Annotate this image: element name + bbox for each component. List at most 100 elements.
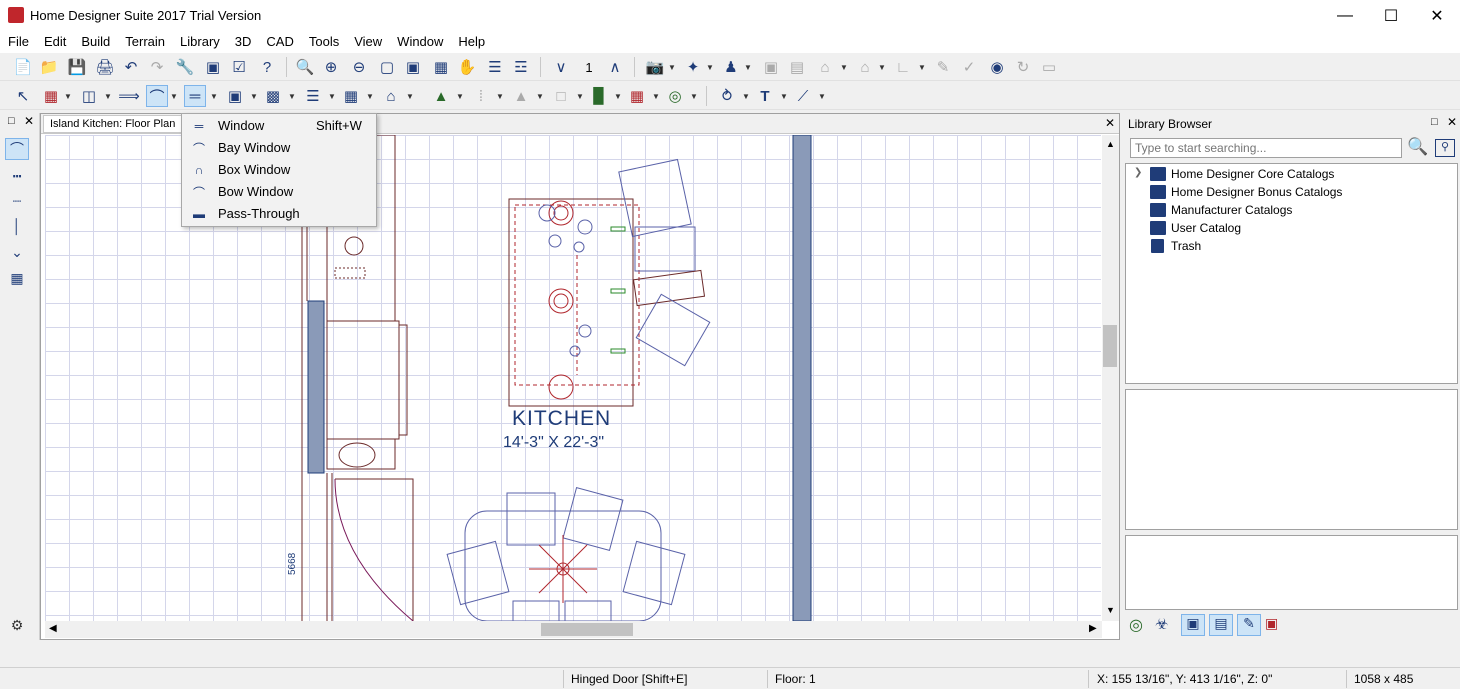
- layers-icon[interactable]: ☰: [484, 56, 506, 78]
- menu-view[interactable]: View: [346, 31, 389, 53]
- library-edit-icon[interactable]: ✎: [1237, 614, 1261, 636]
- plan-tab[interactable]: Island Kitchen: Floor Plan: [43, 115, 183, 133]
- box-tool-icon[interactable]: ▣: [224, 85, 246, 107]
- menu-cad[interactable]: CAD: [258, 31, 300, 53]
- menu-window[interactable]: Window: [389, 31, 450, 53]
- library-list-icon[interactable]: ▤: [1209, 614, 1233, 636]
- walk-dropdown-icon[interactable]: ▼: [744, 56, 752, 78]
- shape-dropdown-icon[interactable]: ▼: [536, 85, 544, 107]
- horizontal-scrollbar[interactable]: ◀ ▶: [45, 621, 1102, 638]
- line-tool-icon[interactable]: ⟋: [792, 85, 814, 107]
- sliding-door-icon[interactable]: ┅: [5, 165, 29, 187]
- fill-extents-icon[interactable]: ▣: [402, 56, 424, 78]
- dropdown-item-box-window[interactable]: ∩ Box Window: [184, 159, 374, 181]
- zoom-fit-icon[interactable]: ▦: [430, 56, 452, 78]
- library-view-icon[interactable]: ▣: [1181, 614, 1205, 636]
- dimension-tool-icon[interactable]: ⟹: [118, 85, 140, 107]
- window-dropdown-icon[interactable]: ▼: [210, 85, 218, 107]
- dropdown-item-window[interactable]: ═ Window Shift+W: [184, 115, 374, 137]
- menu-terrain[interactable]: Terrain: [117, 31, 172, 53]
- minimize-button[interactable]: —: [1322, 0, 1368, 31]
- text-tool-icon[interactable]: T: [754, 85, 776, 107]
- vertical-scroll-thumb[interactable]: [1103, 325, 1117, 367]
- path-dropdown-icon[interactable]: ▼: [706, 56, 714, 78]
- walkthrough-icon[interactable]: ♟: [720, 56, 742, 78]
- hinged-door-icon[interactable]: ⌒: [5, 138, 29, 160]
- search-tool-icon[interactable]: ◎: [664, 85, 686, 107]
- column-dropdown-icon[interactable]: ▼: [614, 85, 622, 107]
- point-tool-icon[interactable]: ⁞: [470, 85, 492, 107]
- menu-tools[interactable]: Tools: [301, 31, 346, 53]
- zoom-in-icon[interactable]: ⊕: [320, 56, 342, 78]
- doorway-icon[interactable]: ▦: [5, 267, 29, 289]
- palette-float-icon[interactable]: □: [8, 115, 15, 127]
- help-icon[interactable]: ?: [256, 56, 278, 78]
- material-dropdown-icon[interactable]: ▼: [328, 85, 336, 107]
- door-dropdown-icon[interactable]: ▼: [170, 85, 178, 107]
- camera-path-icon[interactable]: ✦: [682, 56, 704, 78]
- house-icon[interactable]: ⌂: [854, 56, 876, 78]
- palette-close-icon[interactable]: ✕: [24, 114, 34, 128]
- library-close-icon[interactable]: ✕: [1447, 115, 1457, 129]
- zoom-icon[interactable]: 🔍: [294, 56, 316, 78]
- menu-3d[interactable]: 3D: [227, 31, 259, 53]
- eyedropper-icon[interactable]: ✓: [958, 56, 980, 78]
- house-tool-icon[interactable]: ⌂: [380, 85, 402, 107]
- pan-hand-icon[interactable]: ✋: [456, 56, 478, 78]
- refresh-icon[interactable]: ↻: [1012, 56, 1034, 78]
- menu-edit[interactable]: Edit: [36, 31, 73, 53]
- pocket-door-icon[interactable]: ┈: [5, 190, 29, 212]
- library-float-icon[interactable]: □: [1431, 116, 1438, 128]
- dropdown-item-bow-window[interactable]: ⌒ Bow Window: [184, 181, 374, 203]
- roof-icon[interactable]: ⌂: [814, 56, 836, 78]
- bifold-door-icon[interactable]: │: [5, 215, 29, 237]
- preferences-icon[interactable]: 🔧: [174, 56, 196, 78]
- horizontal-scroll-thumb[interactable]: [541, 623, 633, 636]
- close-button[interactable]: ✕: [1414, 0, 1460, 31]
- door-tool-icon[interactable]: ⌒: [146, 85, 168, 107]
- cabinet-tool-icon[interactable]: ◫: [78, 85, 100, 107]
- ruler-icon[interactable]: ⥁: [716, 85, 738, 107]
- fixture-dropdown-icon[interactable]: ▼: [366, 85, 374, 107]
- layer-display-icon[interactable]: ☲: [510, 56, 532, 78]
- open-folder-icon[interactable]: 📁: [38, 56, 60, 78]
- cabinet-dropdown-icon[interactable]: ▼: [104, 85, 112, 107]
- shape-tool-icon[interactable]: ▲: [510, 85, 532, 107]
- dropdown-item-pass-through[interactable]: ▬ Pass-Through: [184, 203, 374, 225]
- vertical-scrollbar[interactable]: ▲ ▼: [1102, 135, 1119, 621]
- window-tool-icon[interactable]: ═: [184, 85, 206, 107]
- library-tool-icon[interactable]: ▲: [430, 85, 452, 107]
- floor-down-icon[interactable]: ∨: [550, 56, 572, 78]
- fill-window-icon[interactable]: ▢: [376, 56, 398, 78]
- wall-tool-icon[interactable]: ▦: [40, 85, 62, 107]
- wall-dropdown-icon[interactable]: ▼: [64, 85, 72, 107]
- house-tool-dropdown-icon[interactable]: ▼: [406, 85, 414, 107]
- fixture-tool-icon[interactable]: ▦: [340, 85, 362, 107]
- redo-icon[interactable]: ↷: [146, 56, 168, 78]
- stair-tool-icon[interactable]: ▩: [262, 85, 284, 107]
- printer-3d-icon[interactable]: ▤: [786, 56, 808, 78]
- print-icon[interactable]: 🖨: [94, 56, 116, 78]
- ruler-dropdown-icon[interactable]: ▼: [742, 85, 750, 107]
- plan-materials-icon[interactable]: ▣: [202, 56, 224, 78]
- library-search-tool-icon[interactable]: ◎: [1129, 615, 1143, 635]
- material-eyedropper-icon[interactable]: ◉: [986, 56, 1008, 78]
- paint-icon[interactable]: ✎: [932, 56, 954, 78]
- material-tool-icon[interactable]: ☰: [302, 85, 324, 107]
- box-dropdown-icon[interactable]: ▼: [250, 85, 258, 107]
- library-filter-icon[interactable]: ☣: [1155, 615, 1168, 633]
- maximize-button[interactable]: ☐: [1368, 0, 1414, 31]
- zoom-out-icon[interactable]: ⊖: [348, 56, 370, 78]
- library-dropdown-icon[interactable]: ▼: [456, 85, 464, 107]
- select-arrow-icon[interactable]: ↖: [12, 85, 34, 107]
- search-dropdown-icon[interactable]: ▼: [690, 85, 698, 107]
- camera-icon[interactable]: 📷: [644, 56, 666, 78]
- column-tool-icon[interactable]: ▉: [588, 85, 610, 107]
- save-icon[interactable]: 💾: [66, 56, 88, 78]
- terrain-dropdown-icon[interactable]: ▼: [918, 56, 926, 78]
- eraser-icon[interactable]: ▭: [1038, 56, 1060, 78]
- stair-dropdown-icon[interactable]: ▼: [288, 85, 296, 107]
- render-icon[interactable]: ▣: [760, 56, 782, 78]
- menu-library[interactable]: Library: [172, 31, 227, 53]
- text-dropdown-icon[interactable]: ▼: [780, 85, 788, 107]
